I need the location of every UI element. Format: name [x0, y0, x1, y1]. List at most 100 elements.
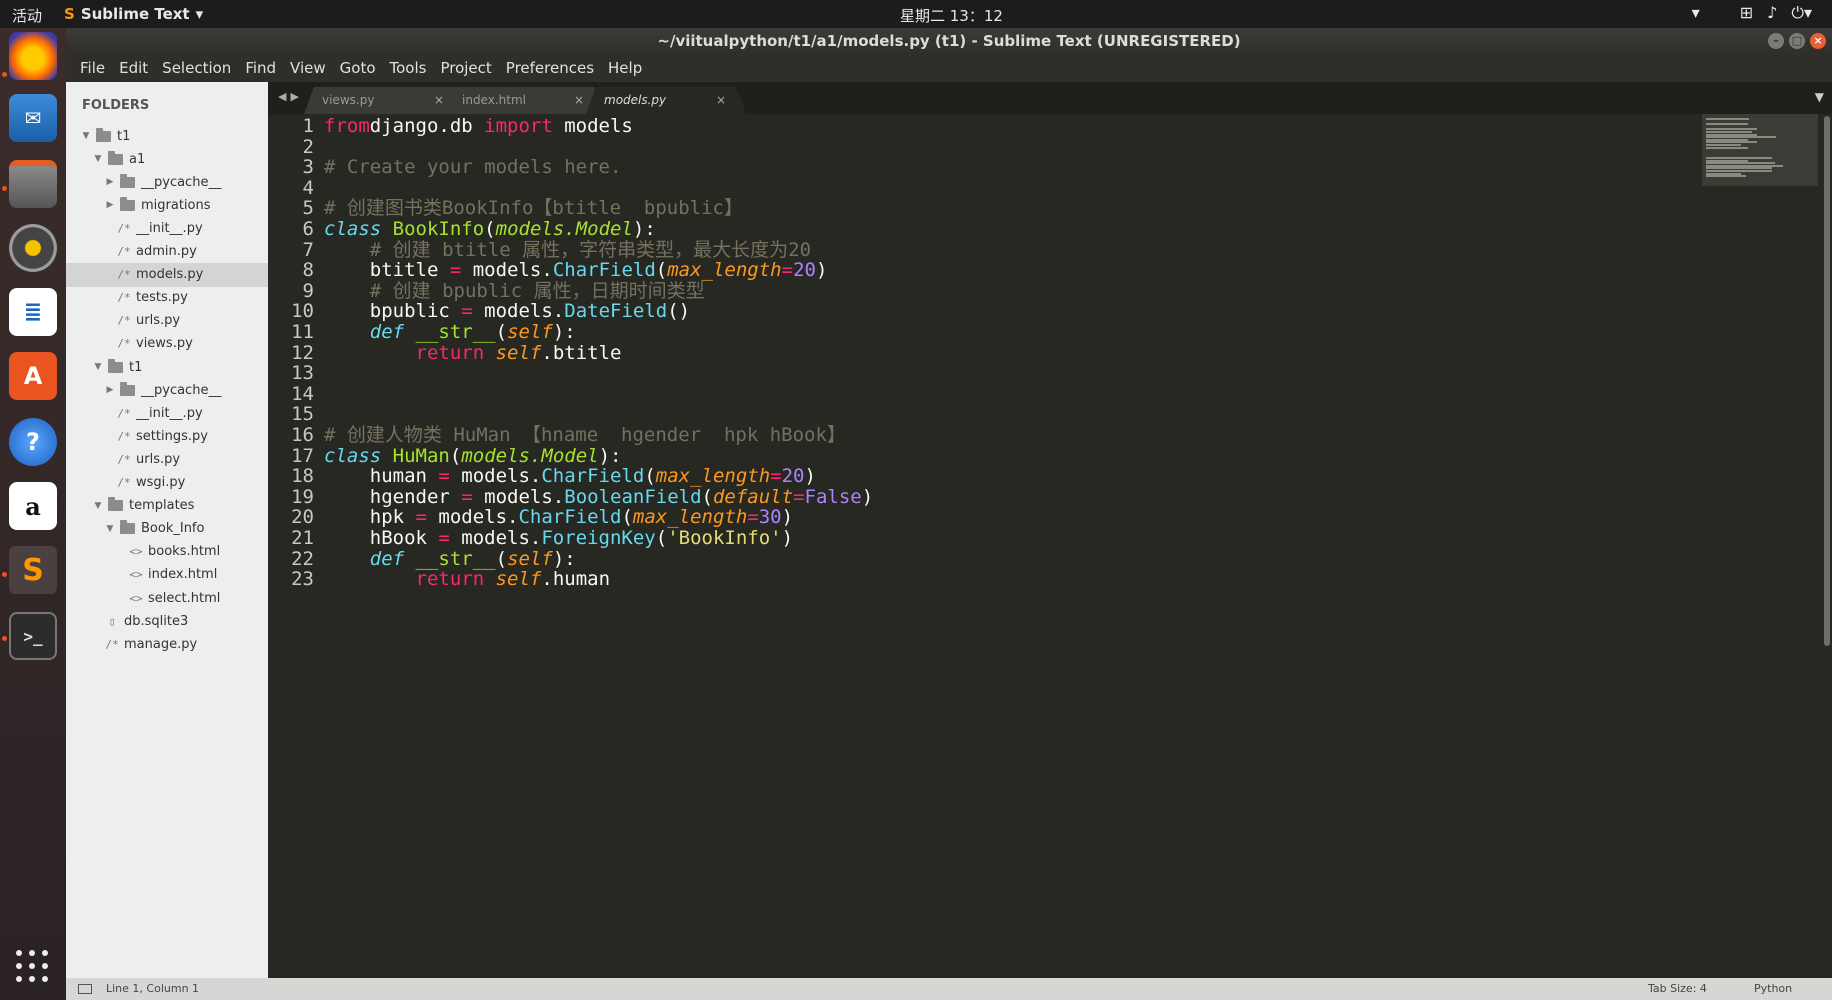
tree-file[interactable]: /* models.py — [66, 262, 268, 287]
python-file-icon: /* — [117, 406, 131, 420]
firefox-icon[interactable] — [9, 32, 57, 80]
tree-file[interactable]: <> books.html — [66, 540, 268, 564]
chevron-down-icon[interactable]: ▾ — [1692, 3, 1700, 23]
python-file-icon: /* — [117, 268, 131, 282]
syntax-mode[interactable]: Python — [1754, 978, 1792, 1000]
tree-file[interactable]: /* settings.py — [66, 424, 268, 448]
line-number-gutter: 1 2 3 4 5 6 7 8 9 10 11 12 13 14 15 16 17 18 19 20 21 22 23 — [268, 114, 314, 978]
amazon-icon[interactable]: a — [9, 482, 57, 530]
tab-size[interactable]: Tab Size: 4 — [1648, 978, 1707, 1000]
menu-goto[interactable]: Goto — [333, 59, 383, 77]
expanded-arrow-icon[interactable]: ▼ — [92, 501, 104, 511]
status-bar: Line 1, Column 1 Tab Size: 4 Python — [66, 978, 1832, 1000]
minimap[interactable] — [1702, 114, 1818, 186]
menu-tools[interactable]: Tools — [383, 59, 434, 77]
window-titlebar[interactable]: ~/viitualpython/t1/a1/models.py (t1) - S… — [66, 28, 1832, 54]
code-line[interactable]: fromdjango.db import models — [324, 114, 633, 138]
writer-icon[interactable]: ≣ — [9, 288, 57, 336]
tree-file[interactable]: /* wsgi.py — [66, 471, 268, 495]
close-icon[interactable]: × — [574, 87, 584, 114]
network-icon[interactable]: ⊞ — [1740, 3, 1753, 23]
console-toggle-icon[interactable] — [78, 984, 92, 994]
collapsed-arrow-icon[interactable]: ▶ — [104, 385, 116, 395]
app-menu[interactable]: S Sublime Text ▾ — [64, 5, 203, 23]
minimize-icon[interactable]: – — [1768, 33, 1784, 49]
expanded-arrow-icon[interactable]: ▼ — [92, 362, 104, 372]
help-icon[interactable]: ? — [9, 418, 57, 466]
tree-folder[interactable]: ▶ __pycache__ — [66, 378, 268, 402]
vertical-scrollbar[interactable] — [1824, 116, 1830, 646]
close-icon[interactable]: × — [1810, 33, 1826, 49]
tree-item-label: db.sqlite3 — [124, 613, 189, 629]
collapsed-arrow-icon[interactable]: ▶ — [104, 200, 116, 210]
code-editor[interactable]: 1 2 3 4 5 6 7 8 9 10 11 12 13 14 15 16 17 18 19 20 21 22 23 fr… — [268, 114, 1832, 978]
tab-index-html[interactable]: index.html × — [444, 87, 604, 114]
code-token: = — [781, 259, 794, 282]
tree-file[interactable]: ▯ db.sqlite3 — [66, 609, 268, 633]
code-token: .btitle — [541, 341, 622, 364]
tree-folder[interactable]: ▼ t1 — [66, 124, 268, 148]
menu-project[interactable]: Project — [433, 59, 498, 77]
sublime-text-icon[interactable]: S — [9, 546, 57, 594]
code-line[interactable]: # Create your models here. — [324, 155, 621, 179]
tree-folder[interactable]: ▼ t1 — [66, 355, 268, 379]
expanded-arrow-icon[interactable]: ▼ — [80, 131, 92, 141]
tree-item-label: settings.py — [136, 428, 208, 444]
window-title: ~/viitualpython/t1/a1/models.py (t1) - S… — [657, 32, 1241, 50]
tree-file[interactable]: /* tests.py — [66, 286, 268, 310]
tree-file[interactable]: /* __init__.py — [66, 401, 268, 425]
clock[interactable]: 星期二 13：12 — [900, 5, 1003, 26]
software-center-icon[interactable]: A — [9, 352, 57, 400]
chevron-down-icon: ▾ — [195, 5, 204, 23]
menu-file[interactable]: File — [73, 59, 112, 77]
menu-preferences[interactable]: Preferences — [499, 59, 601, 77]
minimap-line — [1706, 146, 1748, 149]
tree-file[interactable]: /* urls.py — [66, 309, 268, 333]
menu-selection[interactable]: Selection — [155, 59, 238, 77]
tree-item-label: Book_Info — [141, 521, 205, 537]
tree-file[interactable]: /* manage.py — [66, 632, 268, 656]
collapsed-arrow-icon[interactable]: ▶ — [104, 177, 116, 187]
code-line[interactable]: return self.btitle — [324, 341, 622, 365]
tree-folder[interactable]: ▶ __pycache__ — [66, 170, 268, 194]
tree-file[interactable]: /* admin.py — [66, 240, 268, 264]
menu-help[interactable]: Help — [601, 59, 649, 77]
rhythmbox-icon[interactable] — [9, 224, 57, 272]
system-tray[interactable]: ▾ ⊞ ♪ ⏻▾ — [1692, 3, 1812, 23]
tab-models-py[interactable]: models.py × — [586, 87, 746, 114]
maximize-icon[interactable]: □ — [1789, 33, 1805, 49]
volume-icon[interactable]: ♪ — [1767, 3, 1777, 23]
terminal-icon[interactable]: >_ — [9, 612, 57, 660]
menu-view[interactable]: View — [283, 59, 333, 77]
running-indicator — [2, 72, 7, 77]
tree-folder[interactable]: ▼ Book_Info — [66, 517, 268, 541]
thunderbird-icon[interactable]: ✉ — [9, 94, 57, 142]
show-applications-icon[interactable] — [16, 950, 50, 984]
files-icon[interactable] — [9, 160, 57, 208]
tree-file[interactable]: /* views.py — [66, 332, 268, 356]
tree-folder[interactable]: ▼ a1 — [66, 147, 268, 171]
power-icon[interactable]: ⏻▾ — [1791, 3, 1812, 23]
tree-file[interactable]: <> index.html — [66, 563, 268, 587]
cursor-position[interactable]: Line 1, Column 1 — [106, 978, 199, 1000]
app-name: Sublime Text — [80, 5, 190, 23]
sidebar-header: FOLDERS — [82, 98, 150, 113]
close-icon[interactable]: × — [434, 87, 444, 114]
tab-views-py[interactable]: views.py × — [304, 87, 464, 114]
menu-edit[interactable]: Edit — [112, 59, 155, 77]
expanded-arrow-icon[interactable]: ▼ — [104, 524, 116, 534]
tab-dropdown-icon[interactable]: ▼ — [1815, 90, 1824, 104]
tab-nav-arrows-icon[interactable]: ◀▶ — [278, 90, 303, 103]
activities-button[interactable]: 活动 — [12, 5, 42, 26]
expanded-arrow-icon[interactable]: ▼ — [92, 154, 104, 164]
tree-file[interactable]: /* __init__.py — [66, 216, 268, 240]
code-token: ) — [781, 527, 794, 549]
close-icon[interactable]: × — [716, 87, 726, 114]
tree-folder[interactable]: ▶ migrations — [66, 193, 268, 217]
code-line[interactable]: return self.human — [324, 567, 611, 591]
tree-folder[interactable]: ▼ templates — [66, 494, 268, 518]
menu-find[interactable]: Find — [238, 59, 283, 77]
tree-file[interactable]: <> select.html — [66, 586, 268, 610]
tree-file[interactable]: /* urls.py — [66, 447, 268, 471]
